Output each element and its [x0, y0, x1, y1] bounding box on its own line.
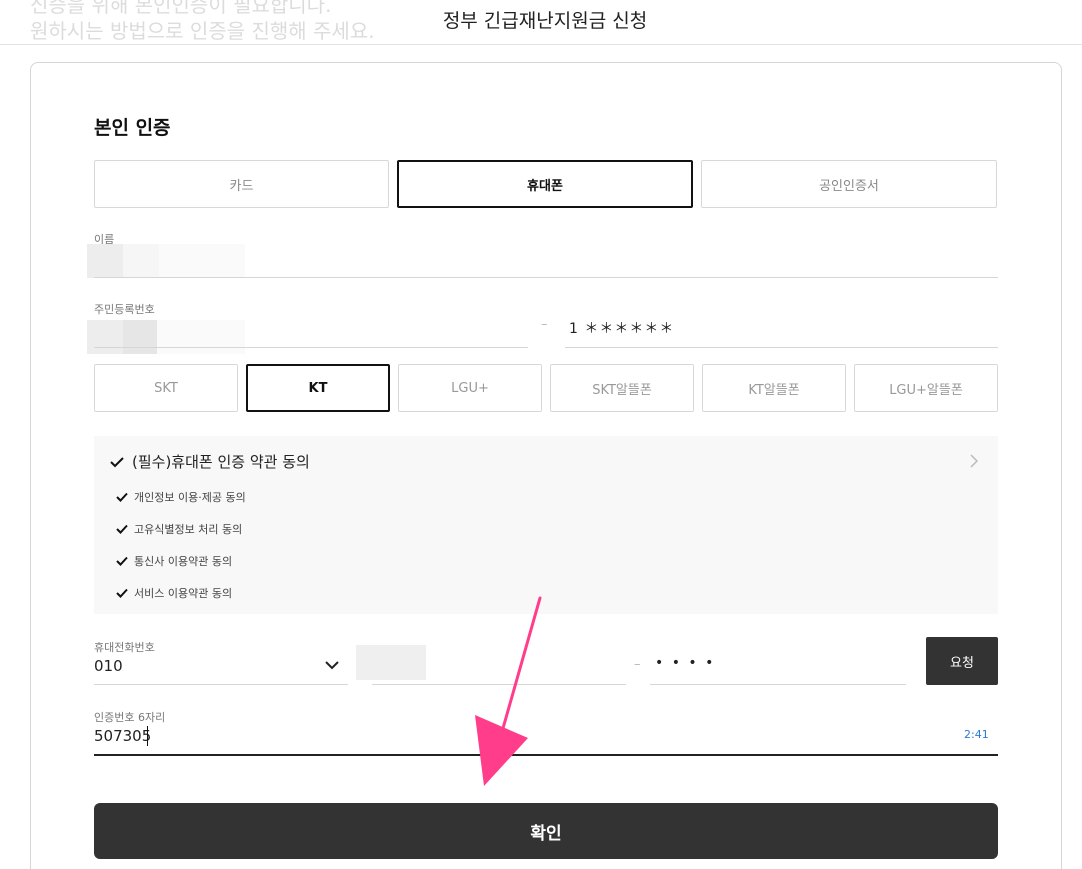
section-title: 본인 인증 — [94, 117, 171, 139]
agreement-main-item[interactable]: (필수)휴대폰 인증 약관 동의 — [110, 451, 310, 472]
carrier-lgu-mvno-button[interactable]: LGU+알뜰폰 — [854, 364, 998, 412]
rrn-mask — [123, 320, 157, 354]
page-title: 정부 긴급재난지원금 신청 — [442, 10, 648, 32]
confirm-button[interactable]: 확인 — [94, 803, 998, 859]
phone-middle-mask — [356, 645, 426, 680]
check-icon — [116, 524, 128, 534]
agreement-main-label: (필수)휴대폰 인증 약관 동의 — [132, 453, 310, 471]
check-icon — [116, 556, 128, 566]
code-input[interactable]: 507305 — [94, 727, 151, 745]
rrn-front-input[interactable] — [94, 347, 528, 348]
phone-dash: – — [634, 657, 641, 672]
method-phone-button[interactable]: 휴대폰 — [397, 160, 693, 208]
rrn-mask — [87, 320, 123, 354]
name-mask — [159, 244, 245, 278]
check-icon — [116, 588, 128, 598]
agreement-item[interactable]: 고유식별정보 처리 동의 — [116, 521, 242, 537]
check-icon — [116, 492, 128, 502]
request-code-button[interactable]: 요청 — [926, 637, 998, 685]
annotation-arrow-icon — [475, 596, 542, 786]
method-certificate-button[interactable]: 공인인증서 — [701, 160, 997, 208]
phone-prefix-value: 010 — [94, 657, 123, 675]
countdown-timer: 2:41 — [964, 728, 989, 741]
rrn-mask — [157, 320, 245, 354]
agreement-item-label: 개인정보 이용·제공 동의 — [134, 491, 246, 504]
carrier-lgu-button[interactable]: LGU+ — [398, 364, 542, 412]
agreement-item-label: 고유식별정보 처리 동의 — [134, 523, 243, 536]
rrn-back-input[interactable] — [565, 347, 998, 348]
rrn-dash: – — [541, 317, 548, 332]
name-input[interactable] — [94, 277, 998, 278]
agreement-item[interactable]: 개인정보 이용·제공 동의 — [116, 489, 246, 505]
code-label: 인증번호 6자리 — [94, 711, 166, 724]
method-card-button[interactable]: 카드 — [94, 160, 389, 208]
carrier-skt-button[interactable]: SKT — [94, 364, 238, 412]
text-caret — [147, 726, 148, 746]
carrier-kt-button[interactable]: KT — [246, 364, 390, 412]
agreement-item-label: 통신사 이용약관 동의 — [134, 555, 233, 568]
rrn-label: 주민등록번호 — [94, 303, 155, 316]
phone-last-value: • • • • — [655, 655, 716, 671]
phone-last-input[interactable] — [650, 684, 906, 685]
carrier-skt-mvno-button[interactable]: SKT알뜰폰 — [550, 364, 694, 412]
check-icon — [110, 456, 124, 467]
name-mask — [123, 244, 159, 278]
agreement-item[interactable]: 통신사 이용약관 동의 — [116, 553, 232, 569]
chevron-right-icon[interactable] — [968, 452, 980, 470]
phone-prefix-select[interactable] — [94, 684, 348, 685]
carrier-kt-mvno-button[interactable]: KT알뜰폰 — [702, 364, 846, 412]
agreement-item-label: 서비스 이용약관 동의 — [134, 587, 233, 600]
name-mask — [87, 244, 123, 278]
chevron-down-icon[interactable] — [325, 660, 339, 670]
header: 신증을 위해 본인인증이 필요합니다. 원하시는 방법으로 인증을 진행해 주세… — [0, 0, 1082, 45]
rrn-back-value: 1 ＊＊＊＊＊＊ — [569, 321, 675, 337]
phone-label: 휴대전화번호 — [94, 641, 155, 654]
page: 신증을 위해 본인인증이 필요합니다. 원하시는 방법으로 인증을 진행해 주세… — [0, 0, 1082, 869]
agreement-item[interactable]: 서비스 이용약관 동의 — [116, 585, 232, 601]
